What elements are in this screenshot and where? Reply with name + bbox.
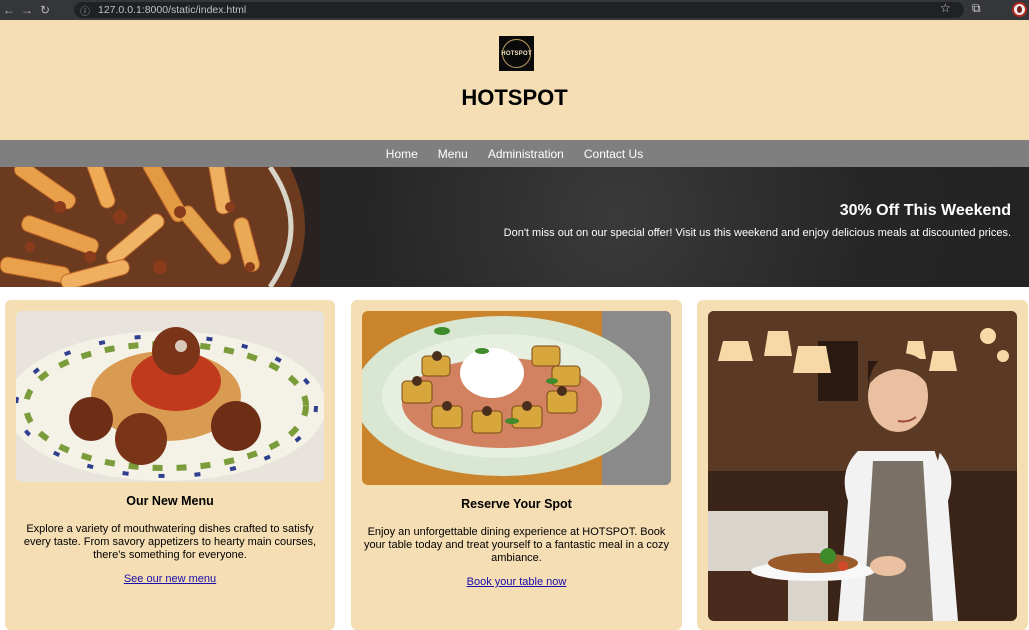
spaghetti-image bbox=[16, 311, 324, 482]
card-waitress bbox=[697, 300, 1028, 630]
profile-avatar[interactable] bbox=[1012, 2, 1027, 17]
back-icon[interactable]: ← bbox=[0, 3, 18, 17]
url-text: 127.0.0.1:8000/static/index.html bbox=[98, 4, 247, 16]
hotspot-logo: HOTSPOT bbox=[499, 36, 534, 71]
browser-toolbar: ← → ↻ ⓘ 127.0.0.1:8000/static/index.html… bbox=[0, 0, 1029, 20]
promo-banner: 30% Off This Weekend Don't miss out on o… bbox=[0, 167, 1029, 287]
card-new-menu: Our New Menu Explore a variety of mouthw… bbox=[5, 300, 335, 630]
see-menu-link[interactable]: See our new menu bbox=[5, 573, 335, 585]
extensions-icon[interactable]: ⧉ bbox=[972, 1, 981, 16]
address-bar[interactable]: ⓘ 127.0.0.1:8000/static/index.html bbox=[74, 2, 964, 18]
bookmark-star-icon[interactable]: ☆ bbox=[940, 1, 951, 15]
card-title: Reserve Your Spot bbox=[461, 497, 572, 511]
promo-title: 30% Off This Weekend bbox=[839, 202, 1011, 219]
nav-item-administration[interactable]: Administration bbox=[488, 147, 564, 161]
site-info-icon[interactable]: ⓘ bbox=[80, 3, 90, 18]
card-reserve: Reserve Your Spot Enjoy an unforgettable… bbox=[351, 300, 682, 630]
pasta-image bbox=[0, 167, 320, 287]
forward-icon[interactable]: → bbox=[18, 3, 36, 17]
nav-item-contact-us[interactable]: Contact Us bbox=[584, 147, 643, 161]
reload-icon[interactable]: ↻ bbox=[36, 3, 54, 17]
nav-item-home[interactable]: Home bbox=[386, 147, 418, 161]
waitress-image bbox=[708, 311, 1017, 621]
appetizer-image bbox=[362, 311, 671, 485]
card-title: Our New Menu bbox=[126, 494, 214, 508]
logo-text: HOTSPOT bbox=[501, 50, 532, 57]
card-description: Enjoy an unforgettable dining experience… bbox=[363, 526, 670, 564]
promo-text: Don't miss out on our special offer! Vis… bbox=[503, 227, 1011, 239]
site-title: HOTSPOT bbox=[461, 85, 568, 110]
card-description: Explore a variety of mouthwatering dishe… bbox=[23, 523, 317, 561]
book-table-link[interactable]: Book your table now bbox=[351, 576, 682, 588]
site-header: HOTSPOT HOTSPOT bbox=[0, 20, 1029, 140]
main-nav: Home Menu Administration Contact Us bbox=[0, 140, 1029, 167]
nav-item-menu[interactable]: Menu bbox=[438, 147, 468, 161]
logo-emblem: HOTSPOT bbox=[501, 39, 532, 68]
